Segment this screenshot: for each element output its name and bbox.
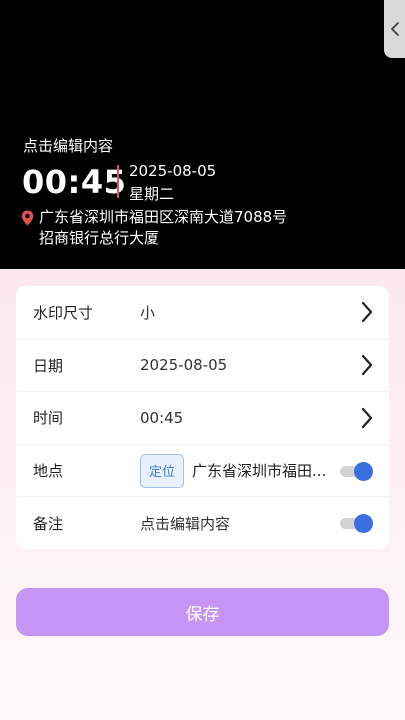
watermark-address-line1: 广东省深圳市福田区深南大道7088号 bbox=[39, 208, 288, 226]
watermark-divider bbox=[117, 165, 119, 198]
settings-card: 水印尺寸 小 日期 2025-08-05 时间 00:45 地点 定位 广东省深… bbox=[16, 286, 389, 549]
date-value: 2025-08-05 bbox=[140, 356, 228, 375]
remark-value[interactable]: 点击编辑内容 bbox=[140, 513, 230, 534]
remark-label: 备注 bbox=[33, 514, 64, 533]
watermark-preview: 点击编辑内容 00:45 2025-08-05 星期二 广东省深圳市福田区深南大… bbox=[0, 0, 405, 269]
remark-toggle[interactable] bbox=[340, 514, 373, 534]
locate-button[interactable]: 定位 bbox=[140, 453, 184, 488]
setting-row-time[interactable]: 时间 00:45 bbox=[16, 391, 389, 444]
toggle-knob bbox=[354, 461, 373, 481]
time-value: 00:45 bbox=[140, 408, 184, 427]
watermark-remark[interactable]: 点击编辑内容 bbox=[23, 137, 113, 155]
size-value: 小 bbox=[140, 303, 156, 322]
setting-row-remark: 备注 点击编辑内容 bbox=[16, 496, 389, 549]
save-button[interactable]: 保存 bbox=[16, 588, 389, 636]
location-value[interactable]: 广东省深圳市福田... bbox=[192, 460, 330, 481]
time-label: 时间 bbox=[33, 409, 64, 428]
setting-row-location: 地点 定位 广东省深圳市福田... bbox=[16, 443, 389, 497]
location-toggle[interactable] bbox=[340, 461, 373, 481]
watermark-weekday: 星期二 bbox=[129, 185, 175, 203]
chevron-right-icon bbox=[361, 407, 373, 429]
setting-row-date[interactable]: 日期 2025-08-05 bbox=[16, 338, 389, 392]
chevron-right-icon bbox=[361, 302, 373, 323]
date-label: 日期 bbox=[33, 356, 64, 375]
size-label: 水印尺寸 bbox=[33, 303, 94, 322]
toggle-knob bbox=[354, 514, 373, 534]
collapse-tab[interactable] bbox=[384, 0, 405, 58]
watermark-date: 2025-08-05 bbox=[129, 162, 217, 180]
watermark-time: 00:45 bbox=[22, 163, 127, 201]
watermark-address-line2: 招商银行总行大厦 bbox=[39, 229, 160, 247]
chevron-right-icon bbox=[361, 355, 373, 376]
location-label: 地点 bbox=[33, 462, 64, 481]
location-pin-icon bbox=[21, 210, 34, 226]
chevron-left-icon bbox=[390, 22, 399, 36]
setting-row-size[interactable]: 水印尺寸 小 bbox=[16, 286, 389, 339]
